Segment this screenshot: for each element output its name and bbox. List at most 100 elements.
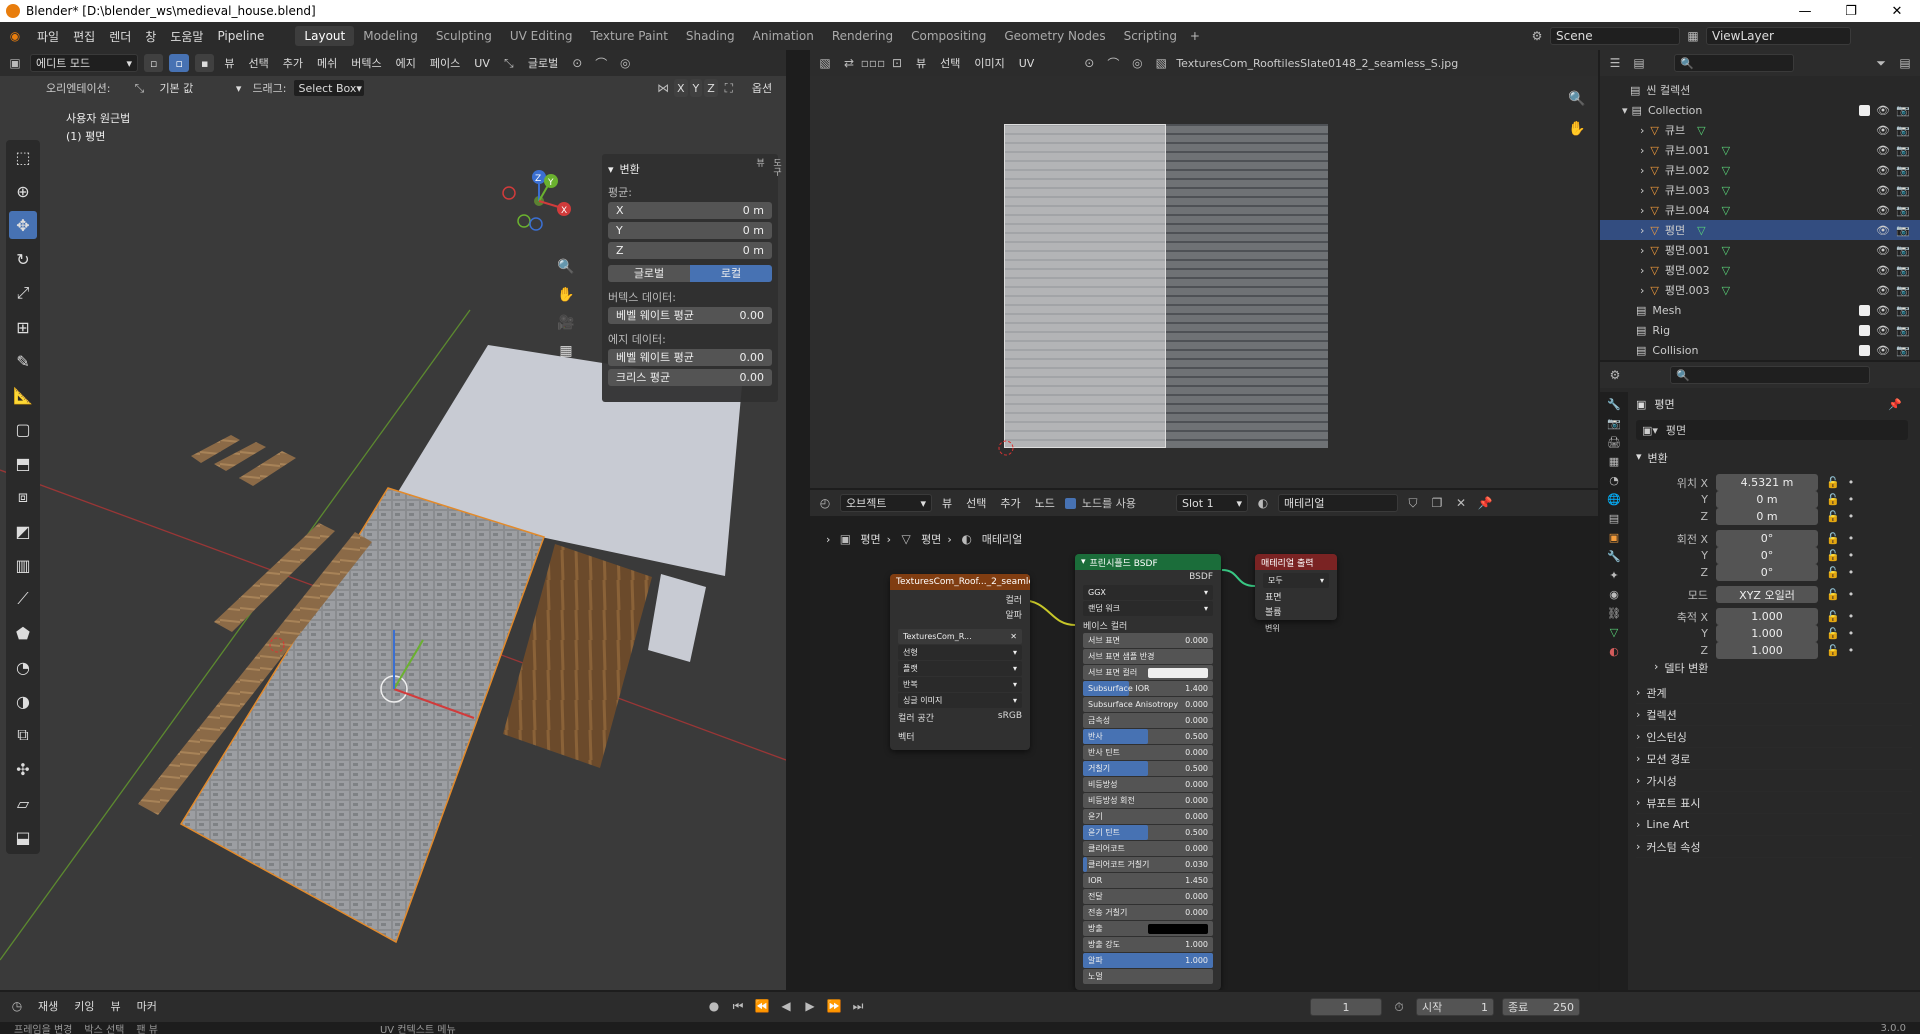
properties-section[interactable]: › 뷰포트 표시 — [1636, 792, 1912, 814]
keyframe-icon[interactable]: • — [1848, 493, 1855, 506]
keyframe-icon[interactable]: • — [1848, 627, 1855, 640]
bsdf-input-row[interactable]: 금속성 0.000 — [1083, 713, 1213, 728]
minimize-icon[interactable]: — — [1782, 0, 1828, 22]
zoom-icon[interactable]: 🔍 — [1564, 86, 1590, 112]
bsdf-input-row[interactable]: 클리어코트 0.000 — [1083, 841, 1213, 856]
spin-icon[interactable]: ◔ — [9, 653, 37, 681]
camera-icon[interactable]: 📷 — [1896, 184, 1910, 197]
loop-cut-icon[interactable]: ▥ — [9, 551, 37, 579]
menu-view[interactable]: 뷰 — [107, 998, 125, 1014]
principled-bsdf-node[interactable]: ▾ 프린시플드 BSDF BSDF GGX ▾ 랜덤 워크 ▾ 베이스 컬러 서브 표… — [1075, 554, 1221, 990]
world-tab-icon[interactable]: 🌐 — [1607, 493, 1621, 506]
tab-shading[interactable]: Shading — [677, 26, 744, 46]
keyframe-icon[interactable]: • — [1848, 588, 1855, 601]
maximize-icon[interactable]: ❐ — [1828, 0, 1874, 22]
ortho-toggle-icon[interactable]: ▦ — [553, 338, 579, 364]
clock-icon[interactable]: ⏱ — [1390, 998, 1408, 1016]
outliner-object-row[interactable]: › ▽ 평면.003 ▽ 👁 📷 — [1600, 280, 1920, 300]
projection-select[interactable]: 플랫 ▾ — [898, 661, 1022, 676]
render-tab-icon[interactable]: 📷 — [1607, 417, 1621, 430]
keyframe-icon[interactable]: • — [1848, 566, 1855, 579]
menu-marker[interactable]: 마커 — [133, 998, 161, 1014]
menu-view[interactable]: 뷰 — [220, 55, 238, 71]
bsdf-input-row[interactable]: 서브 표면 샘플 반경 — [1083, 649, 1213, 664]
annotate-tool-icon[interactable]: ✎ — [9, 347, 37, 375]
transform-row-field[interactable]: 1.000 — [1716, 642, 1818, 659]
keyframe-icon[interactable]: • — [1848, 510, 1855, 523]
blender-menu-icon[interactable]: ◉ — [6, 27, 24, 45]
menu-playback[interactable]: 재생 — [34, 998, 62, 1014]
inset-icon[interactable]: ⧈ — [9, 483, 37, 511]
outliner-object-row[interactable]: › ▽ 평면.001 ▽ 👁 📷 — [1600, 240, 1920, 260]
keyframe-icon[interactable]: • — [1848, 476, 1855, 489]
bsdf-input-row[interactable]: 클리어코트 거칠기 0.030 — [1083, 857, 1213, 872]
view-layer-tab-icon[interactable]: ▦ — [1609, 455, 1619, 468]
plane-small[interactable] — [648, 574, 706, 662]
bsdf-input-row[interactable]: 전달 0.000 — [1083, 889, 1213, 904]
auto-merge-icon[interactable]: ⛶ — [720, 79, 738, 97]
modifier-tab-icon[interactable]: 🔧 — [1607, 550, 1621, 563]
vertex-bevel-field[interactable]: 베벨 웨이트 평균 0.00 — [608, 306, 772, 324]
camera-icon[interactable]: 📷 — [1896, 164, 1910, 177]
keyframe-icon[interactable]: • — [1848, 610, 1855, 623]
start-frame-field[interactable]: 시작 1 — [1416, 998, 1494, 1016]
tab-animation[interactable]: Animation — [744, 26, 823, 46]
record-icon[interactable]: ● — [705, 997, 723, 1015]
menu-view[interactable]: 뷰 — [912, 55, 930, 71]
rip-region-icon[interactable]: ⬓ — [9, 823, 37, 851]
image-name[interactable]: TexturesCom_RooftilesSlate0148_2_seamles… — [1176, 57, 1458, 70]
delta-transform-header[interactable]: › 델타 변환 — [1654, 660, 1708, 676]
properties-section[interactable]: › 관계 — [1636, 682, 1912, 704]
image-editor[interactable]: ▧ ⇄ ▫▫▫ ⊡ 뷰 선택 이미지 UV ⊙ ⌒ ◎ ▧ TexturesCo… — [810, 50, 1598, 488]
distribution-select[interactable]: GGX ▾ — [1083, 585, 1213, 600]
scale-tool-icon[interactable]: ⤢ — [9, 279, 37, 307]
tab-modeling[interactable]: Modeling — [354, 26, 427, 46]
physics-tab-icon[interactable]: ◉ — [1609, 588, 1619, 601]
scene-icon[interactable]: ⚙ — [1528, 27, 1546, 45]
collection-mesh-row[interactable]: ▤ Mesh 👁 📷 — [1600, 300, 1920, 320]
cursor-tool-icon[interactable]: ⊕ — [9, 177, 37, 205]
camera-icon[interactable]: 📷 — [1896, 284, 1910, 297]
outliner-object-row[interactable]: › ▽ 큐브.004 ▽ 👁 📷 — [1600, 200, 1920, 220]
mirror-x-button[interactable]: X — [674, 79, 688, 97]
eye-icon[interactable]: 👁 — [1876, 244, 1890, 257]
outliner-object-row[interactable]: › ▽ 큐브 ▽ 👁 📷 — [1600, 120, 1920, 140]
constraints-tab-icon[interactable]: ⛓ — [1607, 607, 1621, 620]
pivot-icon[interactable]: ⊙ — [1080, 54, 1098, 72]
new-collection-icon[interactable]: ▤ — [1896, 54, 1914, 72]
menu-select[interactable]: 선택 — [936, 55, 964, 71]
zoom-icon[interactable]: 🔍 — [553, 254, 579, 280]
camera-icon[interactable]: 📷 — [1896, 244, 1910, 257]
image-unlink-icon[interactable]: ✕ — [1010, 632, 1017, 641]
orientation-select[interactable]: 기본 값 ▾ — [154, 79, 246, 97]
properties-editor[interactable]: ⚙ 🔍 🔧 📷 🖨 ▦ ◔ 🌐 ▤ ▣ 🔧 ✦ ◉ ⛓ ▽ ◐ ▣ 평면 📌 ▣▾ 평… — [1600, 362, 1920, 990]
material-output-node[interactable]: 매테리얼 출력 모두 ▾ 표면 볼륨 — [1255, 554, 1337, 620]
median-y-field[interactable]: Y 0 m — [608, 221, 772, 239]
eye-icon[interactable]: 👁 — [1876, 204, 1890, 217]
outliner-object-row[interactable]: › ▽ 평면.002 ▽ 👁 📷 — [1600, 260, 1920, 280]
eye-icon[interactable]: 👁 — [1876, 184, 1890, 197]
bsdf-input-row[interactable]: IOR 1.450 — [1083, 873, 1213, 888]
menu-edge[interactable]: 에지 — [392, 55, 420, 71]
interpolation-select[interactable]: 선형 ▾ — [898, 645, 1022, 660]
menu-help[interactable]: 도움말 — [163, 28, 210, 45]
keyframe-icon[interactable]: • — [1848, 644, 1855, 657]
median-x-field[interactable]: X 0 m — [608, 201, 772, 219]
transform-row-field[interactable]: 0 m — [1716, 508, 1818, 525]
object-tab-icon[interactable]: ▣ — [1609, 531, 1619, 544]
bsdf-input-row[interactable]: 방출 강도 1.000 — [1083, 937, 1213, 952]
lock-icon[interactable]: 🔓 — [1826, 532, 1840, 545]
camera-icon[interactable]: 📷 — [1896, 324, 1910, 337]
bsdf-input-row[interactable]: 거칠기 0.500 — [1083, 761, 1213, 776]
sidebar-tab-tool[interactable]: 도구 — [770, 158, 783, 176]
expand-icon[interactable]: › — [1640, 204, 1644, 217]
expand-icon[interactable]: › — [1640, 224, 1644, 237]
navigation-gizmo[interactable]: Z Y X — [498, 166, 578, 236]
select-box-icon[interactable]: ⬚ — [9, 143, 37, 171]
extension-select[interactable]: 반복 ▾ — [898, 677, 1022, 692]
menu-select[interactable]: 선택 — [245, 55, 273, 71]
eye-icon[interactable]: 👁 — [1876, 104, 1890, 117]
edge-bevel-field[interactable]: 베벨 웨이트 평균 0.00 — [608, 348, 772, 366]
properties-section[interactable]: › 컬렉션 — [1636, 704, 1912, 726]
options-menu[interactable]: 옵션 — [748, 80, 776, 96]
